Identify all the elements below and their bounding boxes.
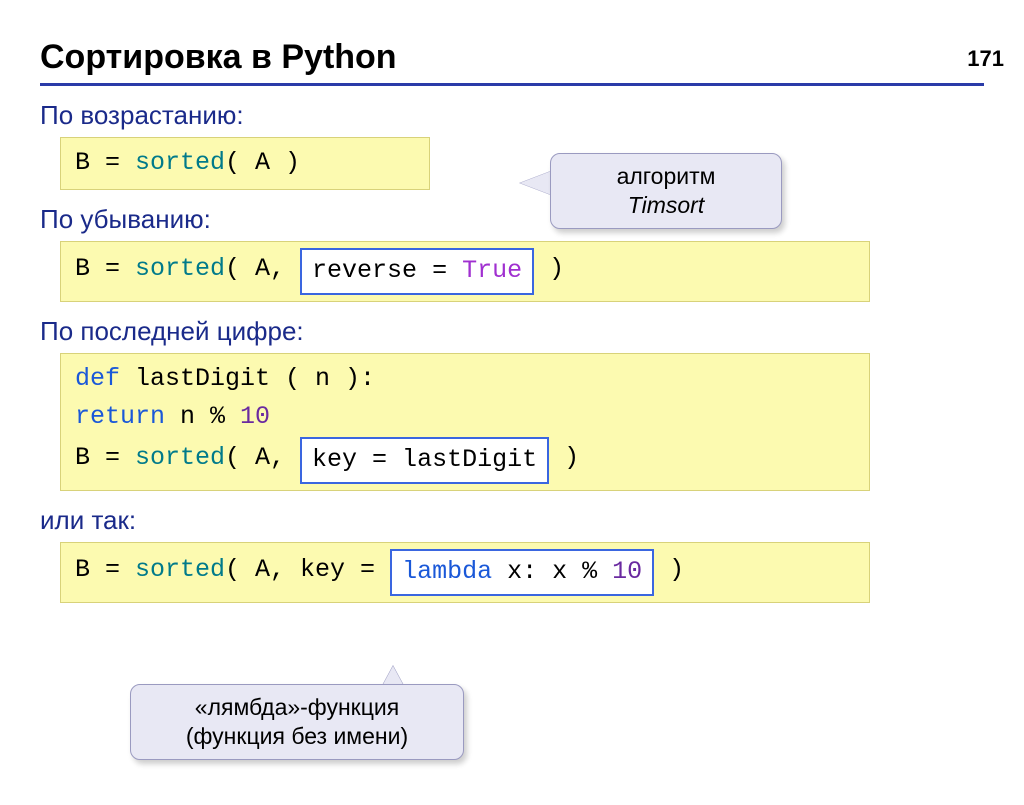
kw-return: return xyxy=(75,402,165,431)
callout-lambda: «лямбда»-функция (функция без имени) xyxy=(130,684,464,760)
callout-line-2: Timsort xyxy=(571,191,761,220)
content-area: По возрастанию: B = sorted( A ) По убыва… xyxy=(40,100,984,603)
code-descending: B = sorted( A, reverse = True ) xyxy=(60,241,870,302)
code-open: ( A, xyxy=(225,443,300,472)
code-close: ) xyxy=(654,555,684,584)
code-close: ) xyxy=(549,443,579,472)
kw-def: def xyxy=(75,364,120,393)
label-ascending: По возрастанию: xyxy=(40,100,984,131)
code-fn: sorted xyxy=(135,555,225,584)
inset-key: key = lastDigit xyxy=(300,437,549,484)
lambda-num: 10 xyxy=(612,557,642,586)
kw-lambda: lambda xyxy=(402,557,492,586)
code-fn: sorted xyxy=(135,254,225,283)
inset-reverse: reverse = True xyxy=(300,248,534,295)
code-lastdigit: def lastDigit ( n ): return n % 10 B = s… xyxy=(60,353,870,491)
code-args: ( A ) xyxy=(225,148,300,177)
callout-arrow-icon xyxy=(520,170,554,196)
code-fn: sorted xyxy=(135,148,225,177)
inset-true: True xyxy=(462,256,522,285)
code-line-2: return n % 10 xyxy=(75,398,855,437)
callout-line-2: (функция без имени) xyxy=(151,722,443,751)
code-text: B = xyxy=(75,555,135,584)
callout-line-1: алгоритм xyxy=(571,162,761,191)
fn-name: lastDigit ( n ): xyxy=(120,364,375,393)
label-lastdigit: По последней цифре: xyxy=(40,316,984,347)
code-ascending: B = sorted( A ) xyxy=(60,137,430,190)
inset-lambda: lambda x: x % 10 xyxy=(390,549,654,596)
callout-line-1: «лямбда»-функция xyxy=(151,693,443,722)
code-text: B = xyxy=(75,254,135,283)
expr: n % xyxy=(165,402,240,431)
code-lambda: B = sorted( A, key = lambda x: x % 10 ) xyxy=(60,542,870,603)
label-descending: По убыванию: xyxy=(40,204,984,235)
lambda-body: x: x % xyxy=(492,557,612,586)
page-number: 171 xyxy=(967,46,1004,72)
callout-timsort: алгоритм Timsort xyxy=(550,153,782,229)
page-title: Сортировка в Python xyxy=(40,38,984,86)
inset-text: reverse = xyxy=(312,256,462,285)
code-fn: sorted xyxy=(135,443,225,472)
code-open: ( A, xyxy=(225,254,300,283)
code-line-3: B = sorted( A, key = lastDigit ) xyxy=(75,437,855,484)
num: 10 xyxy=(240,402,270,431)
code-text: B = xyxy=(75,443,135,472)
code-open: ( A, key = xyxy=(225,555,390,584)
code-text: B = xyxy=(75,148,135,177)
code-close: ) xyxy=(534,254,564,283)
label-or: или так: xyxy=(40,505,984,536)
code-line-1: def lastDigit ( n ): xyxy=(75,360,855,399)
